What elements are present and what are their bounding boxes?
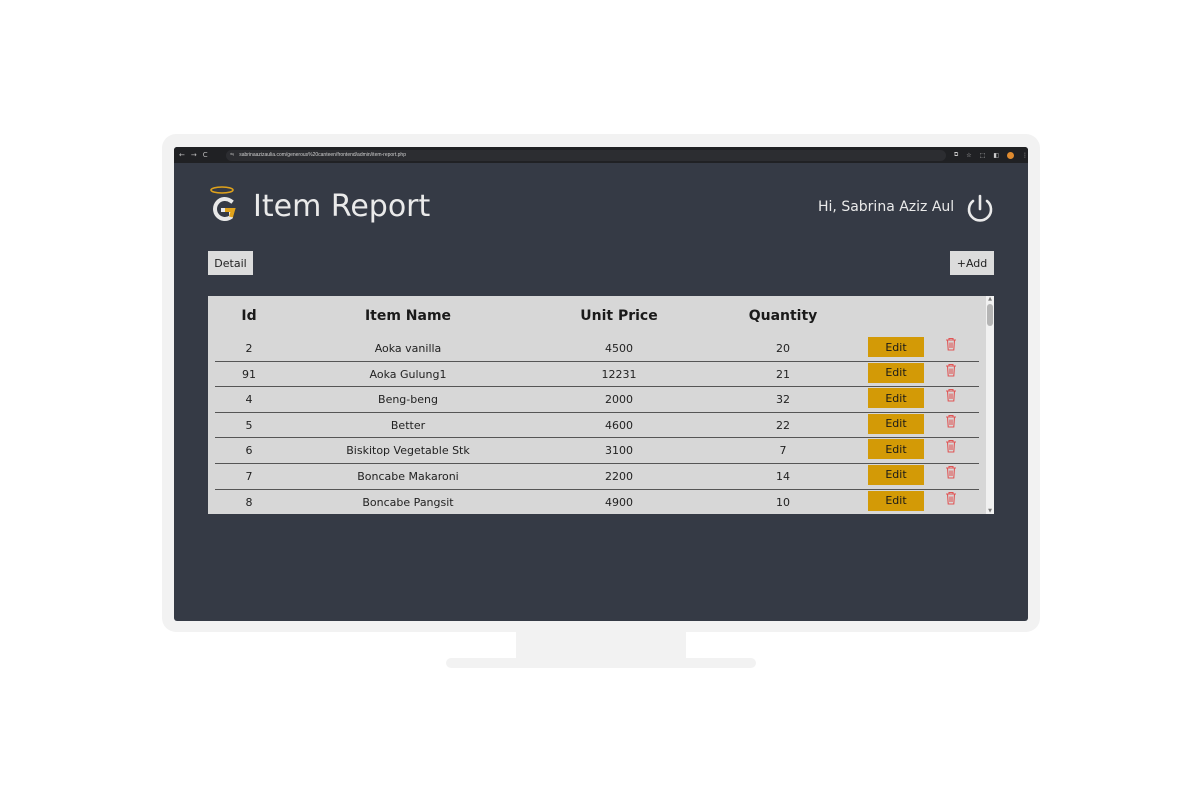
cell-quantity: 10 <box>776 495 790 509</box>
table-row: 4 Beng-beng 2000 32 Edit <box>215 387 979 413</box>
table-row: 91 Aoka Gulung1 12231 21 Edit <box>215 362 979 388</box>
cell-item-name: Aoka vanilla <box>374 342 442 355</box>
table-body: 2 Aoka vanilla 4500 20 Edit 91 Aoka Gulu… <box>215 336 979 514</box>
cell-id: 6 <box>245 444 253 458</box>
cell-unit-price: 4600 <box>605 418 633 432</box>
trash-icon[interactable] <box>945 414 957 428</box>
screen: ← → C ⇋ sabrinaazizaulia.com/generous%20… <box>174 147 1028 621</box>
logo-icon <box>210 186 236 221</box>
star-icon[interactable]: ☆ <box>966 152 971 159</box>
edit-button[interactable]: Edit <box>868 337 924 357</box>
trash-icon[interactable] <box>945 363 957 377</box>
cell-id: 91 <box>242 367 256 381</box>
cell-unit-price: 2200 <box>605 469 633 483</box>
detail-button[interactable]: Detail <box>208 251 253 275</box>
scroll-up-arrow-icon[interactable]: ▲ <box>986 296 994 302</box>
url-text: sabrinaazizaulia.com/generous%20canteen/… <box>239 152 406 158</box>
add-item-button[interactable]: +Add <box>950 251 994 275</box>
cell-id: 8 <box>245 495 253 509</box>
trash-icon[interactable] <box>945 337 957 351</box>
site-info-icon[interactable]: ⇋ <box>230 152 234 158</box>
cell-unit-price: 12231 <box>601 367 637 381</box>
edit-button[interactable]: Edit <box>868 413 924 434</box>
cell-item-name: Boncabe Makaroni <box>357 469 459 483</box>
table-row: 7 Boncabe Makaroni 2200 14 Edit <box>215 464 979 490</box>
table-row: 6 Biskitop Vegetable Stk 3100 7 Edit <box>215 438 979 464</box>
edit-button[interactable]: Edit <box>868 439 924 460</box>
forward-icon[interactable]: → <box>191 147 197 163</box>
trash-icon[interactable] <box>945 465 957 479</box>
column-header-quantity: Quantity <box>748 308 818 324</box>
browser-toolbar: ← → C ⇋ sabrinaazizaulia.com/generous%20… <box>174 147 1028 163</box>
trash-icon[interactable] <box>945 491 957 505</box>
edit-button[interactable]: Edit <box>868 464 924 485</box>
cell-unit-price: 2000 <box>605 393 633 407</box>
column-header-id: Id <box>241 308 257 324</box>
cell-item-name: Boncabe Pangsit <box>362 495 454 509</box>
cell-item-name: Biskitop Vegetable Stk <box>346 444 470 458</box>
cell-quantity: 22 <box>776 418 790 432</box>
cell-item-name: Beng-beng <box>378 393 438 407</box>
cell-quantity: 21 <box>776 367 790 381</box>
cell-quantity: 32 <box>776 393 790 407</box>
browser-nav: ← → C <box>174 147 226 163</box>
scroll-down-arrow-icon[interactable]: ▼ <box>986 508 994 514</box>
cell-quantity: 7 <box>779 444 787 458</box>
cell-id: 5 <box>245 418 253 432</box>
item-table: Id Item Name Unit Price Quantity 2 Aoka … <box>208 296 994 514</box>
cell-item-name: Aoka Gulung1 <box>369 367 447 381</box>
logout-power-icon[interactable] <box>963 192 997 226</box>
cell-id: 4 <box>245 393 253 407</box>
trash-icon[interactable] <box>945 439 957 453</box>
table-row: 5 Better 4600 22 Edit <box>215 413 979 439</box>
translate-icon[interactable]: ⧉ <box>954 151 958 159</box>
cell-quantity: 14 <box>776 469 790 483</box>
edit-button[interactable]: Edit <box>868 490 924 511</box>
menu-icon[interactable]: ⋮ <box>1022 152 1028 159</box>
extensions-icon[interactable]: ⬚ <box>980 152 986 159</box>
cell-unit-price: 3100 <box>605 444 633 458</box>
table-scrollbar[interactable]: ▲ ▼ <box>986 296 994 514</box>
column-header-item-name: Item Name <box>364 308 452 324</box>
reload-icon[interactable]: C <box>203 147 208 163</box>
scroll-thumb[interactable] <box>987 304 993 326</box>
user-greeting: Hi, Sabrina Aziz Aul <box>818 199 955 215</box>
cell-id: 2 <box>245 342 253 355</box>
address-bar[interactable]: ⇋ sabrinaazizaulia.com/generous%20cantee… <box>226 149 946 161</box>
cell-unit-price: 4900 <box>605 495 633 509</box>
edit-button[interactable]: Edit <box>868 388 924 409</box>
page-title: Item Report <box>253 189 431 224</box>
cell-quantity: 20 <box>776 342 790 355</box>
cell-item-name: Better <box>390 418 426 432</box>
table-row: 2 Aoka vanilla 4500 20 Edit <box>215 336 979 362</box>
monitor-stand-neck <box>516 632 686 660</box>
trash-icon[interactable] <box>945 388 957 402</box>
table-row: 8 Boncabe Pangsit 4900 10 Edit <box>215 490 979 514</box>
browser-actions: ⧉ ☆ ⬚ ◧ ⋮ <box>946 151 1028 159</box>
edit-button[interactable]: Edit <box>868 362 924 383</box>
cell-unit-price: 4500 <box>605 342 633 355</box>
table-header: Id Item Name Unit Price Quantity <box>208 296 986 336</box>
side-panel-icon[interactable]: ◧ <box>993 152 999 159</box>
monitor-stand-base <box>446 658 756 668</box>
profile-avatar[interactable] <box>1007 151 1014 159</box>
cell-id: 7 <box>245 469 253 483</box>
column-header-unit-price: Unit Price <box>580 308 658 324</box>
back-icon[interactable]: ← <box>179 147 185 163</box>
